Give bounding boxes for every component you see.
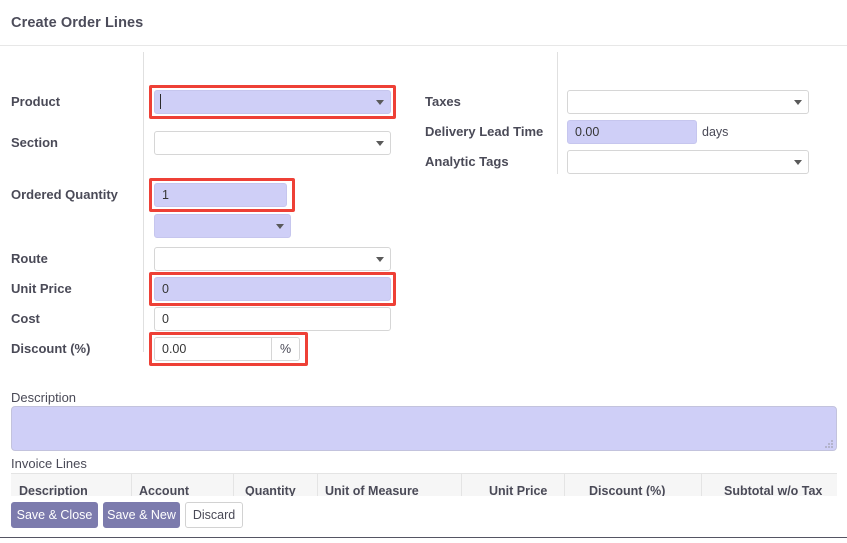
chevron-down-icon[interactable] — [794, 160, 802, 165]
discount-value[interactable]: 0.00 — [155, 338, 271, 360]
footer-divider — [0, 537, 847, 538]
dialog-footer: Save & Close Save & New Discard — [0, 496, 847, 543]
label-route: Route — [11, 251, 48, 266]
chevron-down-icon[interactable] — [376, 100, 384, 105]
label-discount: Discount (%) — [11, 341, 91, 356]
ordered-quantity-value: 1 — [162, 188, 169, 202]
label-taxes: Taxes — [425, 94, 461, 109]
label-invoice-lines: Invoice Lines — [11, 456, 87, 471]
column-separator — [317, 474, 318, 498]
product-input[interactable] — [154, 90, 391, 114]
column-separator — [233, 474, 234, 498]
label-ordered-quantity: Ordered Quantity — [11, 187, 118, 202]
label-section: Section — [11, 135, 58, 150]
taxes-input[interactable] — [567, 90, 809, 114]
save-and-close-button[interactable]: Save & Close — [11, 502, 98, 528]
delivery-lead-time-value: 0.00 — [575, 125, 600, 139]
product-text-cursor — [160, 94, 161, 109]
uom-input[interactable] — [154, 214, 291, 238]
chevron-down-icon[interactable] — [276, 224, 284, 229]
cost-input[interactable]: 0 — [154, 307, 391, 331]
page-title: Create Order Lines — [11, 15, 144, 31]
discount-percent-addon: % — [271, 338, 299, 360]
label-description: Description — [11, 390, 77, 405]
left-column-divider — [143, 52, 144, 352]
save-and-new-button[interactable]: Save & New — [103, 502, 180, 528]
column-separator — [461, 474, 462, 498]
description-textarea[interactable] — [11, 406, 837, 451]
dialog-header: Create Order Lines — [0, 0, 847, 46]
section-input[interactable] — [154, 131, 391, 155]
form-body: Product Section Ordered Quantity 1 Route… — [0, 46, 847, 391]
delivery-lead-time-input[interactable]: 0.00 — [567, 120, 697, 144]
resize-grip-icon[interactable] — [824, 439, 833, 448]
chevron-down-icon[interactable] — [794, 100, 802, 105]
ordered-quantity-input[interactable]: 1 — [154, 183, 287, 207]
right-column-divider — [557, 52, 558, 174]
discount-input-group[interactable]: 0.00 % — [154, 337, 300, 361]
delivery-lead-time-unit: days — [702, 125, 729, 139]
column-separator — [564, 474, 565, 498]
unit-price-value: 0 — [162, 282, 169, 296]
column-separator — [131, 474, 132, 498]
cost-value: 0 — [162, 312, 169, 326]
route-input[interactable] — [154, 247, 391, 271]
chevron-down-icon[interactable] — [376, 141, 384, 146]
discard-button[interactable]: Discard — [185, 502, 243, 528]
analytic-tags-input[interactable] — [567, 150, 809, 174]
label-analytic-tags: Analytic Tags — [425, 154, 509, 169]
label-unit-price: Unit Price — [11, 281, 72, 296]
unit-price-input[interactable]: 0 — [154, 277, 391, 301]
label-product: Product — [11, 94, 61, 109]
column-separator — [701, 474, 702, 498]
label-cost: Cost — [11, 311, 40, 326]
label-delivery-lead-time: Delivery Lead Time — [425, 124, 544, 139]
chevron-down-icon[interactable] — [376, 257, 384, 262]
